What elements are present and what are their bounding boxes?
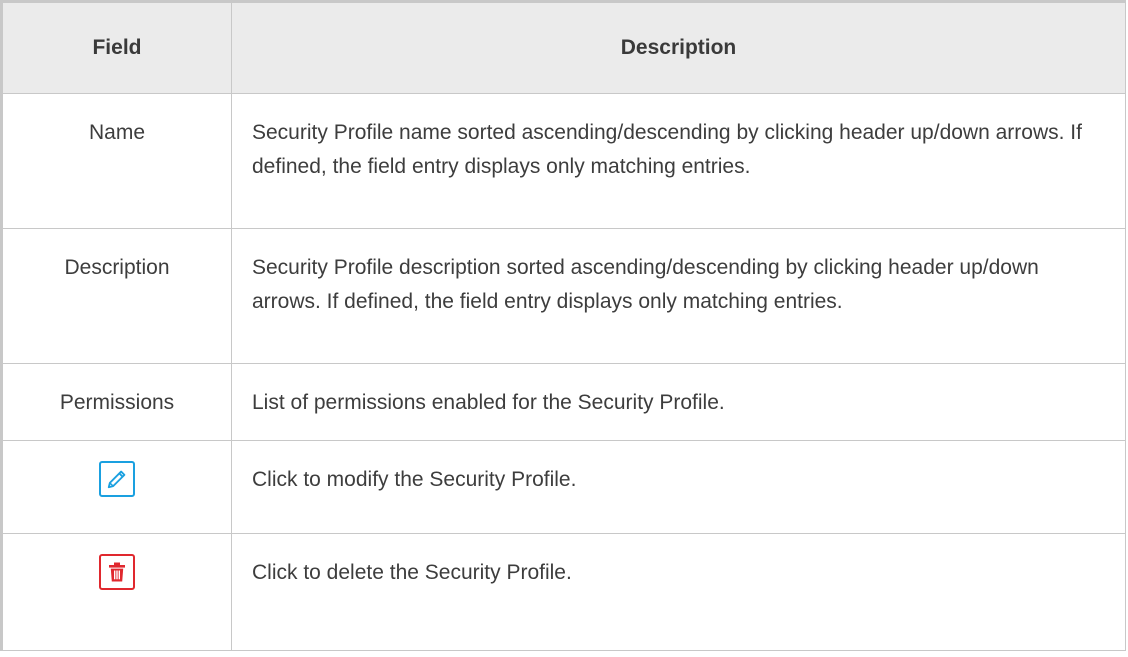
pencil-icon <box>107 470 126 489</box>
field-description-table: Field Description Name Security Profile … <box>0 0 1126 651</box>
description-cell: Click to modify the Security Profile. <box>231 440 1126 534</box>
field-name-cell: Name <box>1 93 232 229</box>
description-cell: Click to delete the Security Profile. <box>231 533 1126 651</box>
table-row: Permissions List of permissions enabled … <box>1 363 1126 441</box>
field-name-cell: Permissions <box>1 363 232 441</box>
field-icon-cell <box>1 533 232 651</box>
table-header-row: Field Description <box>1 0 1126 94</box>
document-page: Field Description Name Security Profile … <box>0 0 1128 657</box>
edit-button[interactable] <box>99 461 135 497</box>
trash-icon <box>109 562 125 582</box>
table-row: Click to delete the Security Profile. <box>1 533 1126 651</box>
description-cell: Security Profile name sorted ascending/d… <box>231 93 1126 229</box>
field-icon-cell <box>1 440 232 534</box>
delete-button[interactable] <box>99 554 135 590</box>
header-field: Field <box>1 0 232 94</box>
description-cell: List of permissions enabled for the Secu… <box>231 363 1126 441</box>
header-description: Description <box>231 0 1126 94</box>
field-name-cell: Description <box>1 228 232 364</box>
description-cell: Security Profile description sorted asce… <box>231 228 1126 364</box>
table-row: Click to modify the Security Profile. <box>1 440 1126 534</box>
table-row: Description Security Profile description… <box>1 228 1126 364</box>
table-row: Name Security Profile name sorted ascend… <box>1 93 1126 229</box>
